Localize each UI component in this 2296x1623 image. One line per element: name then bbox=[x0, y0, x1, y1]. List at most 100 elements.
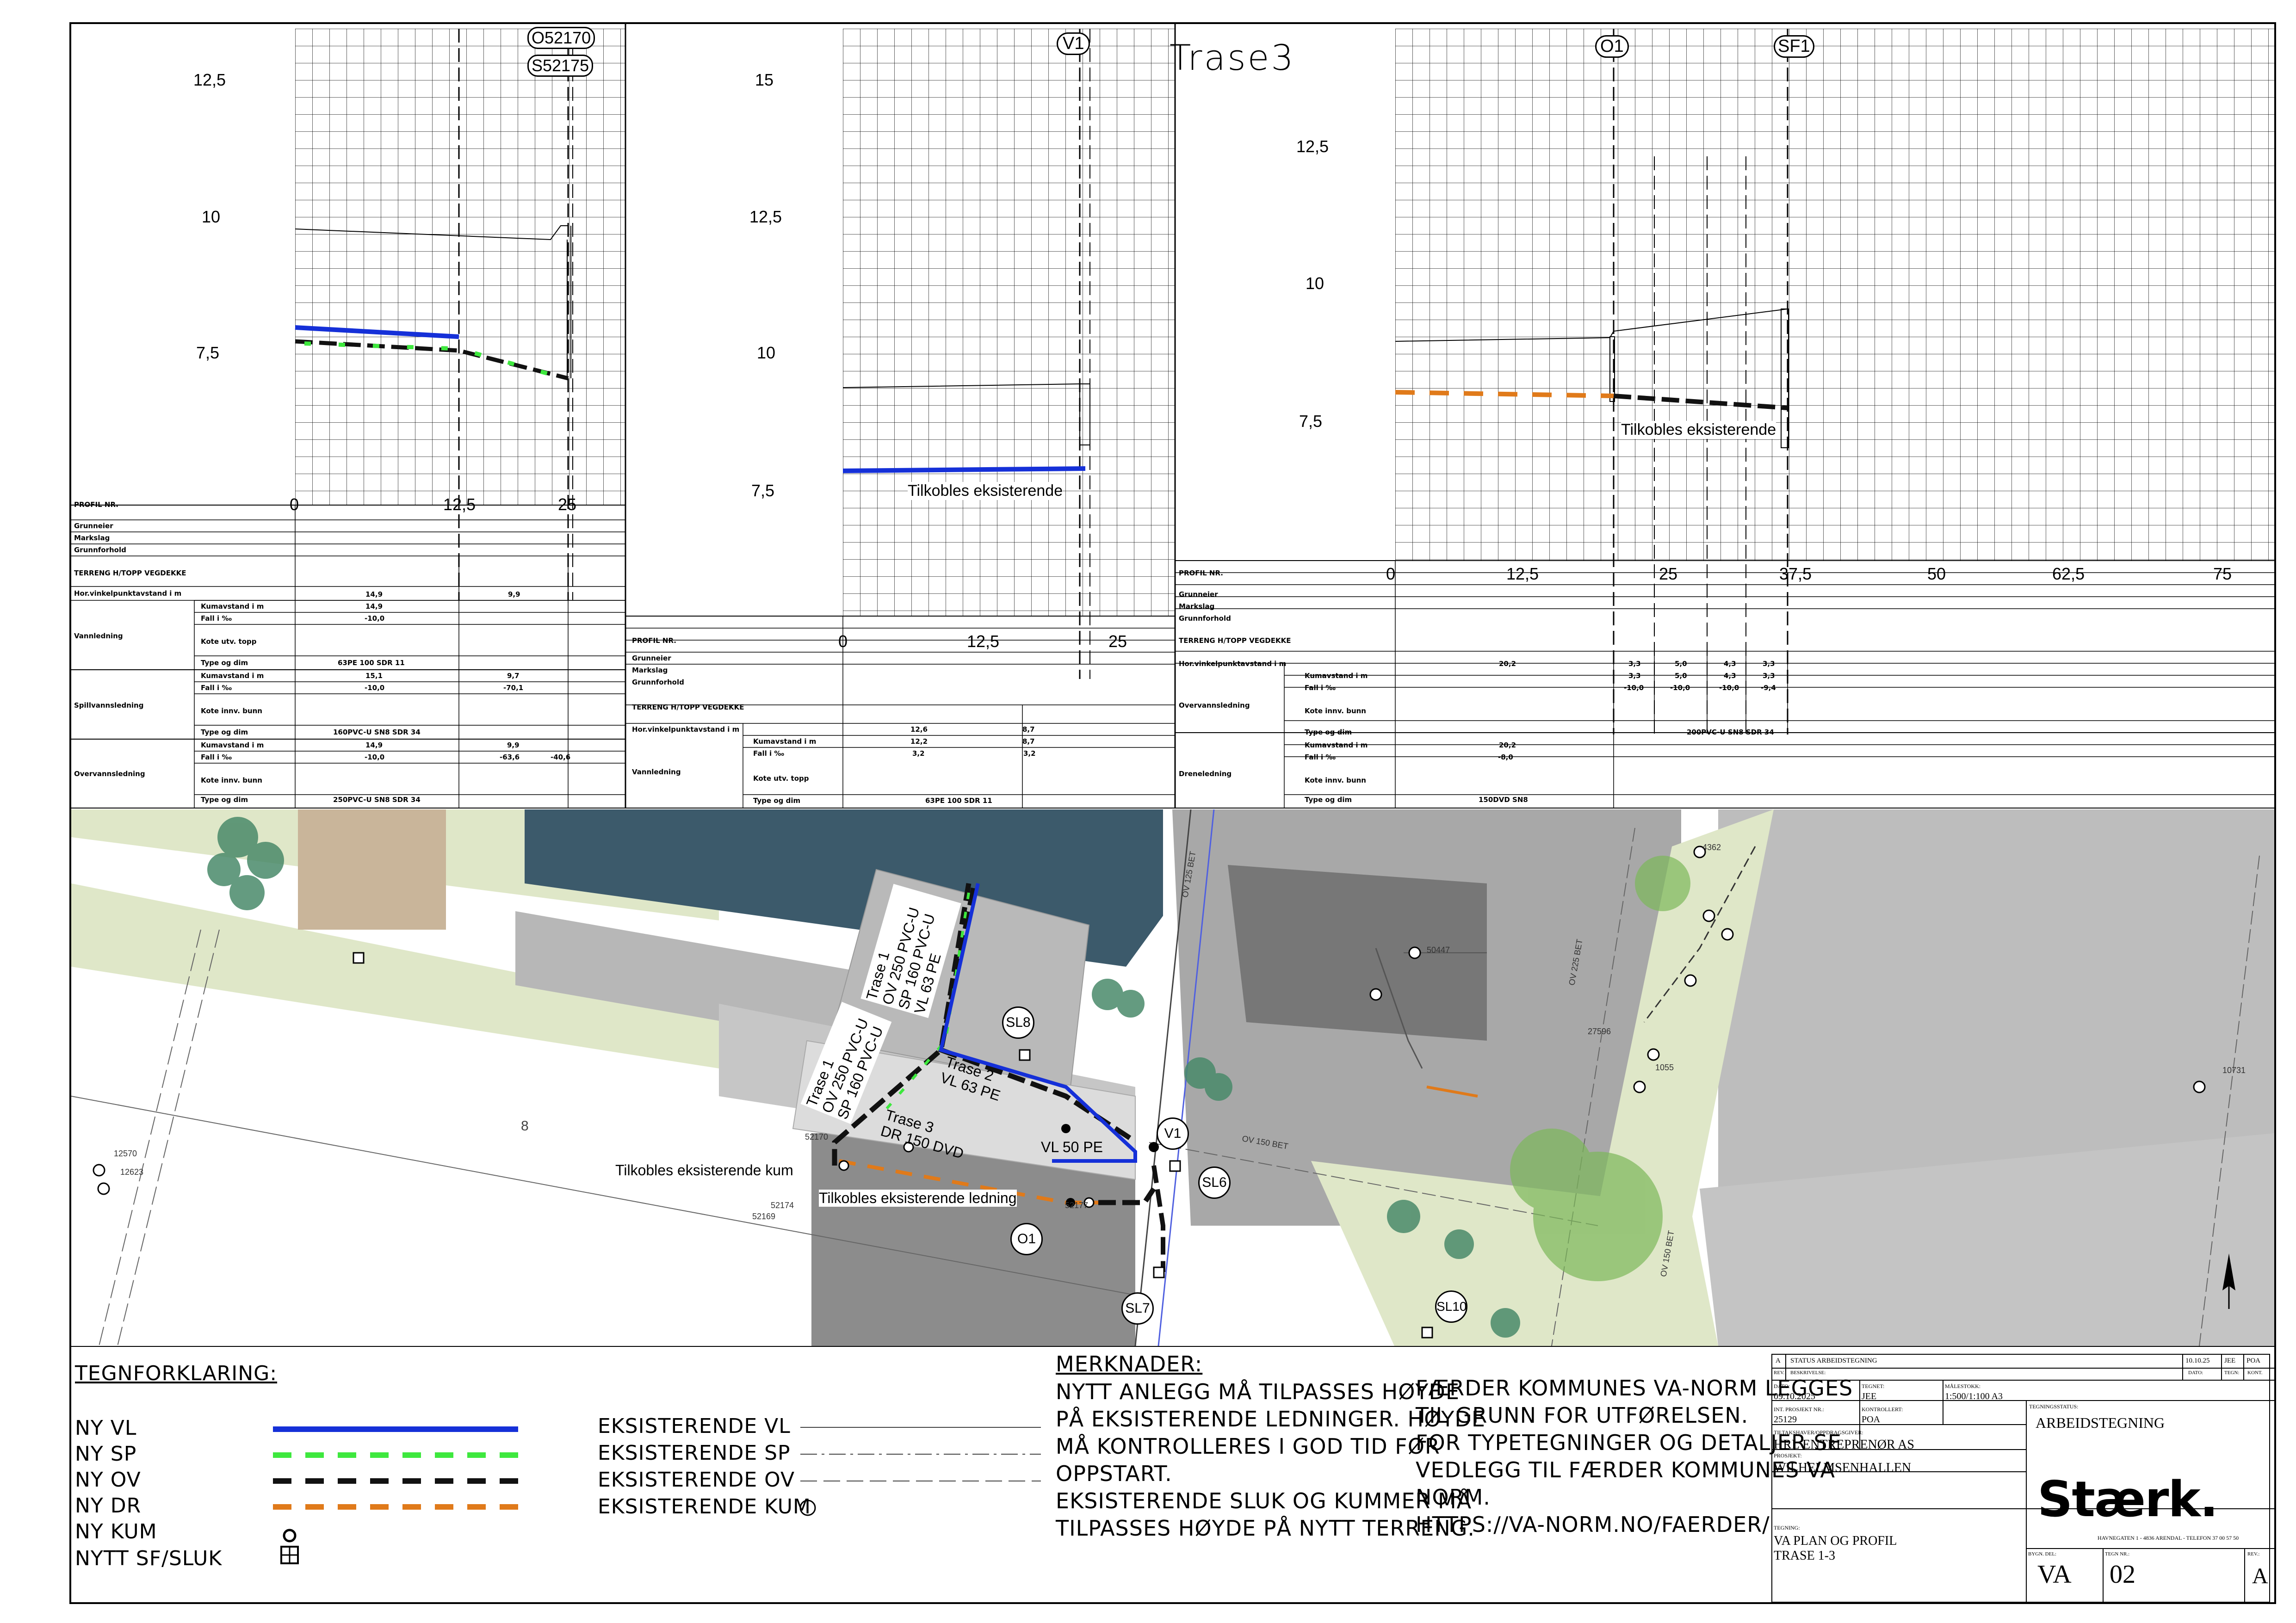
map-id: 50447 bbox=[1427, 945, 1450, 955]
node-sl10: SL10 bbox=[1435, 1290, 1467, 1323]
p3-xtick: 50 bbox=[1927, 564, 1946, 583]
row-label: Hor.vinkelpunktavstand i m bbox=[632, 725, 740, 734]
p1-ytick: 12,5 bbox=[193, 70, 226, 89]
p3-xtick: 75 bbox=[2213, 564, 2232, 583]
row-label: Hor.vinkelpunktavstand i m bbox=[1179, 660, 1287, 668]
p2-xtick: 0 bbox=[838, 632, 848, 651]
value: -8,0 bbox=[1498, 753, 1513, 761]
label: INT. PROSJEKT NR.: bbox=[1774, 1406, 1824, 1413]
legend-item: NY DR bbox=[75, 1494, 142, 1518]
value: -10,0 bbox=[365, 614, 385, 623]
map-id: 52169 bbox=[752, 1212, 776, 1221]
map-id: 4362 bbox=[1702, 843, 1721, 852]
label: MÅLESTOKK: bbox=[1945, 1383, 1981, 1389]
label: TEGNET: bbox=[1862, 1383, 1885, 1389]
value: 12,6 bbox=[910, 725, 928, 734]
row-label: Fall i ‰ bbox=[201, 753, 232, 761]
p2-ytick: 12,5 bbox=[749, 207, 782, 226]
row-label: Grunnforhold bbox=[74, 546, 126, 554]
rev-description: STATUS ARBEIDSTEGNING bbox=[1790, 1357, 1877, 1364]
p2-xtick: 12,5 bbox=[967, 632, 1000, 651]
map-id: 12570 bbox=[114, 1149, 137, 1158]
row-label: Type og dim bbox=[1305, 728, 1352, 736]
p3-ytick: 7,5 bbox=[1299, 412, 1323, 431]
node-o1: O1 bbox=[1010, 1223, 1043, 1255]
connect-existing-kum-label: Tilkobles eksisterende kum bbox=[615, 1162, 793, 1179]
map-id: 1055 bbox=[1655, 1063, 1674, 1072]
row-label: Markslag bbox=[632, 666, 668, 674]
value: 9,9 bbox=[508, 590, 520, 599]
value: 12,2 bbox=[910, 737, 928, 746]
node-sl7: SL7 bbox=[1121, 1292, 1154, 1325]
row-label: Grunneier bbox=[74, 522, 113, 530]
profile-title: Trase3 bbox=[1170, 37, 1295, 78]
node-sl6: SL6 bbox=[1198, 1166, 1231, 1199]
legend-item: NY OV bbox=[75, 1468, 141, 1492]
value: -10,0 bbox=[365, 753, 385, 761]
p1-xtick: 12,5 bbox=[443, 495, 476, 514]
row-label: Type og dim bbox=[1305, 796, 1352, 804]
row-label: Kumavstand i m bbox=[1305, 741, 1368, 749]
value: 20,2 bbox=[1499, 660, 1516, 668]
row-label: Dreneledning bbox=[1179, 770, 1232, 778]
value: 3,3 bbox=[1763, 660, 1775, 668]
row-label: Kumavstand i m bbox=[201, 741, 264, 749]
row-label: Hor.vinkelpunktavstand i m bbox=[74, 589, 182, 598]
dato-value: 09.10.2025 bbox=[1774, 1391, 1815, 1401]
value: 160PVC-U SN8 SDR 34 bbox=[333, 728, 421, 736]
vl50-label: VL 50 PE bbox=[1041, 1139, 1103, 1155]
malestokk-value: 1:500/1:100 A3 bbox=[1945, 1391, 2003, 1401]
p1-xtick: 25 bbox=[558, 495, 577, 514]
value: 3,3 bbox=[1628, 672, 1641, 680]
manhole-label-o52170: O52170 bbox=[527, 27, 595, 49]
label: BYGN. DEL: bbox=[2028, 1551, 2057, 1557]
row-label: Fall i ‰ bbox=[201, 684, 232, 692]
p2-xtick: 25 bbox=[1108, 632, 1127, 651]
profile1-grid bbox=[295, 29, 625, 505]
label: KONTROLLERT: bbox=[1862, 1406, 1903, 1413]
value: 20,2 bbox=[1499, 741, 1516, 749]
value: 5,0 bbox=[1675, 672, 1687, 680]
p2-ytick: 15 bbox=[755, 70, 774, 89]
legend-item: EKSISTERENDE SP bbox=[598, 1441, 791, 1465]
row-label: Markslag bbox=[1179, 602, 1215, 611]
notes-title: MERKNADER: bbox=[1056, 1351, 1203, 1376]
header-kont: KONT. bbox=[2247, 1370, 2263, 1376]
node-sl8: SL8 bbox=[1002, 1006, 1034, 1039]
value: -10,0 bbox=[1719, 684, 1739, 692]
value: 4,3 bbox=[1724, 672, 1736, 680]
value: -10,0 bbox=[1624, 684, 1644, 692]
value: 14,9 bbox=[365, 602, 383, 611]
row-label: TERRENG H/TOPP VEGDEKKE bbox=[632, 703, 744, 711]
p3-xtick: 25 bbox=[1659, 564, 1678, 583]
row-label: Kumavstand i m bbox=[1305, 672, 1368, 680]
value: 63PE 100 SDR 11 bbox=[338, 659, 405, 667]
value: 8,7 bbox=[1022, 725, 1035, 734]
kontrollert-value: POA bbox=[1862, 1414, 1881, 1425]
row-label: PROFIL NR. bbox=[632, 636, 676, 645]
rev-date: 10.10.25 bbox=[2185, 1357, 2210, 1364]
prosjektnr-value: 25129 bbox=[1774, 1414, 1797, 1425]
row-label: PROFIL NR. bbox=[74, 500, 118, 509]
legend-title: TEGNFORKLARING: bbox=[75, 1362, 278, 1385]
map-id: 52174 bbox=[771, 1201, 794, 1210]
map-id: 8 bbox=[521, 1118, 529, 1134]
p3-xtick: 37,5 bbox=[1779, 564, 1812, 583]
map-id: 52170 bbox=[805, 1132, 829, 1142]
value: 14,9 bbox=[365, 590, 383, 599]
map-id: 27596 bbox=[1588, 1027, 1611, 1036]
connect-existing-line-label: Tilkobles eksisterende ledning bbox=[819, 1190, 1017, 1207]
tegnet-value: JEE bbox=[1862, 1391, 1877, 1401]
status-value: ARBEIDSTEGNING bbox=[2036, 1414, 2165, 1431]
row-label: Kote innv. bunn bbox=[1305, 776, 1366, 784]
row-label: Kumavstand i m bbox=[201, 602, 264, 611]
map-id: 52177 bbox=[1065, 1201, 1089, 1210]
row-label: Kote innv. bunn bbox=[201, 776, 262, 784]
value: 3,2 bbox=[1023, 749, 1036, 758]
oppdragsgiver-value: HRL ENTREPRENØR AS bbox=[1774, 1438, 1914, 1452]
p3-ytick: 12,5 bbox=[1296, 137, 1329, 156]
row-label: PROFIL NR. bbox=[1179, 569, 1223, 577]
legend-item: EKSISTERENDE VL bbox=[598, 1414, 791, 1438]
value: 3,3 bbox=[1628, 660, 1641, 668]
value: 14,9 bbox=[365, 741, 383, 749]
